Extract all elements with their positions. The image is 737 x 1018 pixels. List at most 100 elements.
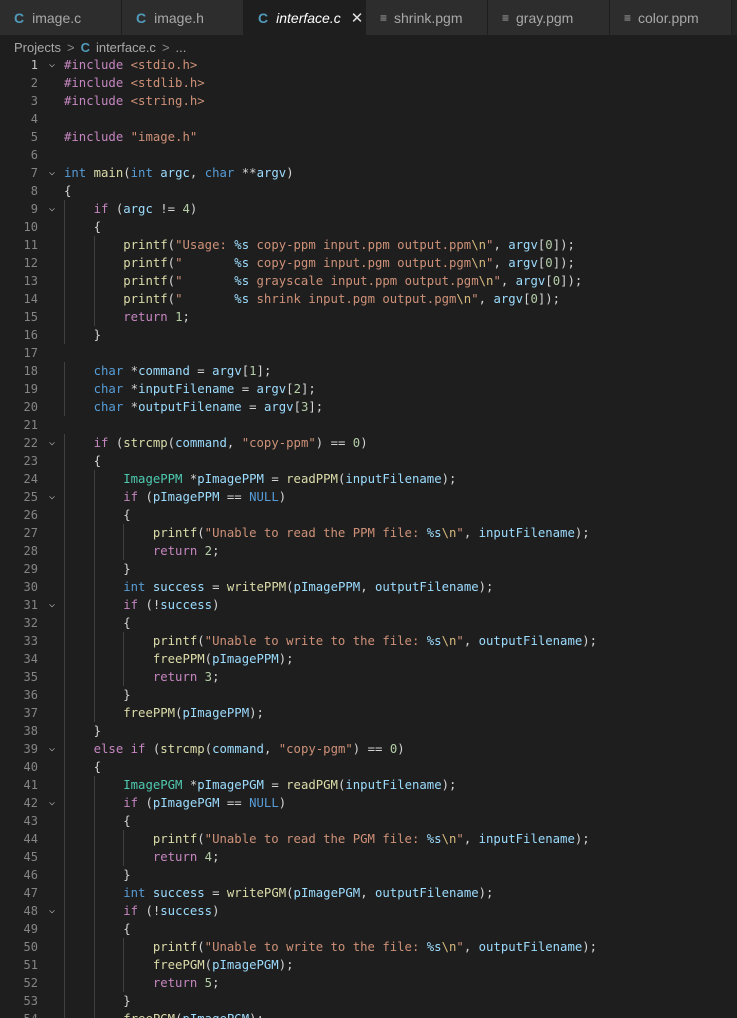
line-number: 47 xyxy=(23,886,38,900)
tab-label: shrink.pgm xyxy=(394,9,463,26)
code-line[interactable]: 8{ xyxy=(0,182,737,200)
code-text: { xyxy=(64,220,102,234)
line-number: 20 xyxy=(23,400,38,414)
code-line[interactable]: 4 xyxy=(0,110,737,128)
fold-chevron-icon[interactable]: ⌵ xyxy=(46,434,58,452)
code-line[interactable]: 29 } xyxy=(0,560,737,578)
code-line[interactable]: 30 int success = writePPM(pImagePPM, out… xyxy=(0,578,737,596)
fold-chevron-icon[interactable]: ⌵ xyxy=(46,740,58,758)
code-line[interactable]: 40 { xyxy=(0,758,737,776)
code-line[interactable]: 36 } xyxy=(0,686,737,704)
code-line[interactable]: 3 #include <string.h> xyxy=(0,92,737,110)
line-number: 28 xyxy=(23,544,38,558)
code-line[interactable]: 13 printf(" %s grayscale input.ppm outpu… xyxy=(0,272,737,290)
code-line[interactable]: 17 xyxy=(0,344,737,362)
fold-chevron-icon[interactable]: ⌵ xyxy=(46,200,58,218)
code-line[interactable]: 24 ImagePPM *pImagePPM = readPPM(inputFi… xyxy=(0,470,737,488)
code-line[interactable]: 50 printf("Unable to write to the file: … xyxy=(0,938,737,956)
close-icon[interactable]: ✕ xyxy=(351,9,364,27)
code-line[interactable]: 48 ⌵ if (!success) xyxy=(0,902,737,920)
code-line[interactable]: 20 char *outputFilename = argv[3]; xyxy=(0,398,737,416)
code-line[interactable]: 1 ⌵ #include <stdio.h> xyxy=(0,56,737,74)
code-editor[interactable]: 1 ⌵ #include <stdio.h> 2 #include <stdlib.h>… xyxy=(0,56,737,1018)
code-line[interactable]: 51 freePGM(pImagePGM); xyxy=(0,956,737,974)
code-line[interactable]: 44 printf("Unable to read the PGM file: … xyxy=(0,830,737,848)
line-number: 22 xyxy=(23,436,38,450)
code-line[interactable]: 6 xyxy=(0,146,737,164)
tab-gray-pgm[interactable]: ≡ gray.pgm xyxy=(488,0,610,35)
code-line[interactable]: 2 #include <stdlib.h> xyxy=(0,74,737,92)
c-file-icon: C xyxy=(136,9,147,26)
code-line[interactable]: 45 return 4; xyxy=(0,848,737,866)
code-line[interactable]: 42 ⌵ if (pImagePGM == NULL) xyxy=(0,794,737,812)
code-line[interactable]: 9 ⌵ if (argc != 4) xyxy=(0,200,737,218)
code-line[interactable]: 35 return 3; xyxy=(0,668,737,686)
code-text: { xyxy=(64,184,72,198)
tab-label: gray.pgm xyxy=(516,9,574,26)
breadcrumb-symbols[interactable]: ... xyxy=(176,40,187,55)
line-number: 10 xyxy=(23,220,38,234)
code-line[interactable]: 16 } xyxy=(0,326,737,344)
code-line[interactable]: 18 char *command = argv[1]; xyxy=(0,362,737,380)
fold-chevron-icon[interactable]: ⌵ xyxy=(46,56,58,74)
code-line[interactable]: 41 ImagePGM *pImagePGM = readPGM(inputFi… xyxy=(0,776,737,794)
tab-interface-c[interactable]: Cinterface.c ✕ xyxy=(244,0,366,35)
code-line[interactable]: 15 return 1; xyxy=(0,308,737,326)
code-line[interactable]: 37 freePPM(pImagePPM); xyxy=(0,704,737,722)
code-line[interactable]: 7 ⌵ int main(int argc, char **argv) xyxy=(0,164,737,182)
line-number: 5 xyxy=(30,130,38,144)
code-line[interactable]: 32 { xyxy=(0,614,737,632)
fold-chevron-icon[interactable]: ⌵ xyxy=(46,164,58,182)
line-number: 40 xyxy=(23,760,38,774)
breadcrumb-file[interactable]: interface.c xyxy=(96,40,156,55)
fold-chevron-icon[interactable]: ⌵ xyxy=(46,596,58,614)
code-line[interactable]: 43 { xyxy=(0,812,737,830)
code-line[interactable]: 52 return 5; xyxy=(0,974,737,992)
line-number: 9 xyxy=(30,202,38,216)
code-line[interactable]: 38 } xyxy=(0,722,737,740)
line-number: 49 xyxy=(23,922,38,936)
code-text: freePPM(pImagePPM); xyxy=(152,652,294,666)
code-line[interactable]: 10 { xyxy=(0,218,737,236)
line-number: 48 xyxy=(23,904,38,918)
line-number: 51 xyxy=(23,958,38,972)
code-line[interactable]: 54 freePGM(pImagePGM); xyxy=(0,1010,737,1018)
code-line[interactable]: 14 printf(" %s shrink input.pgm output.p… xyxy=(0,290,737,308)
fold-chevron-icon[interactable]: ⌵ xyxy=(46,794,58,812)
editor-tab-bar: Cimage.c Cimage.h Cinterface.c ✕ ≡ shrink.pgm… xyxy=(0,0,737,36)
code-line[interactable]: 5 #include "image.h" xyxy=(0,128,737,146)
code-line[interactable]: 34 freePPM(pImagePPM); xyxy=(0,650,737,668)
code-line[interactable]: 25 ⌵ if (pImagePPM == NULL) xyxy=(0,488,737,506)
code-line[interactable]: 21 xyxy=(0,416,737,434)
code-line[interactable]: 53 } xyxy=(0,992,737,1010)
line-number: 52 xyxy=(23,976,38,990)
tab-image-c[interactable]: Cimage.c xyxy=(0,0,122,35)
tab-color-ppm[interactable]: ≡ color.ppm xyxy=(610,0,732,35)
text-file-icon: ≡ xyxy=(624,10,632,25)
tab-image-h[interactable]: Cimage.h xyxy=(122,0,244,35)
fold-chevron-icon[interactable]: ⌵ xyxy=(46,488,58,506)
fold-chevron-icon[interactable]: ⌵ xyxy=(46,902,58,920)
code-line[interactable]: 31 ⌵ if (!success) xyxy=(0,596,737,614)
code-line[interactable]: 47 int success = writePGM(pImagePGM, out… xyxy=(0,884,737,902)
code-line[interactable]: 33 printf("Unable to write to the file: … xyxy=(0,632,737,650)
code-text: if (strcmp(command, "copy-ppm") == 0) xyxy=(93,436,368,450)
code-line[interactable]: 12 printf(" %s copy-pgm input.pgm output… xyxy=(0,254,737,272)
code-line[interactable]: 39 ⌵ else if (strcmp(command, "copy-pgm")… xyxy=(0,740,737,758)
line-number: 38 xyxy=(23,724,38,738)
line-number: 54 xyxy=(0,1010,38,1018)
code-text: if (!success) xyxy=(123,598,220,612)
code-line[interactable]: 11 printf("Usage: %s copy-ppm input.ppm … xyxy=(0,236,737,254)
code-text: return 5; xyxy=(152,976,220,990)
breadcrumb-root[interactable]: Projects xyxy=(14,40,61,55)
code-line[interactable]: 26 { xyxy=(0,506,737,524)
code-line[interactable]: 27 printf("Unable to read the PPM file: … xyxy=(0,524,737,542)
code-line[interactable]: 23 { xyxy=(0,452,737,470)
code-line[interactable]: 22 ⌵ if (strcmp(command, "copy-ppm") == 0… xyxy=(0,434,737,452)
code-line[interactable]: 19 char *inputFilename = argv[2]; xyxy=(0,380,737,398)
code-text: } xyxy=(64,688,131,702)
tab-shrink-pgm[interactable]: ≡ shrink.pgm xyxy=(366,0,488,35)
code-line[interactable]: 46 } xyxy=(0,866,737,884)
code-line[interactable]: 49 { xyxy=(0,920,737,938)
code-line[interactable]: 28 return 2; xyxy=(0,542,737,560)
